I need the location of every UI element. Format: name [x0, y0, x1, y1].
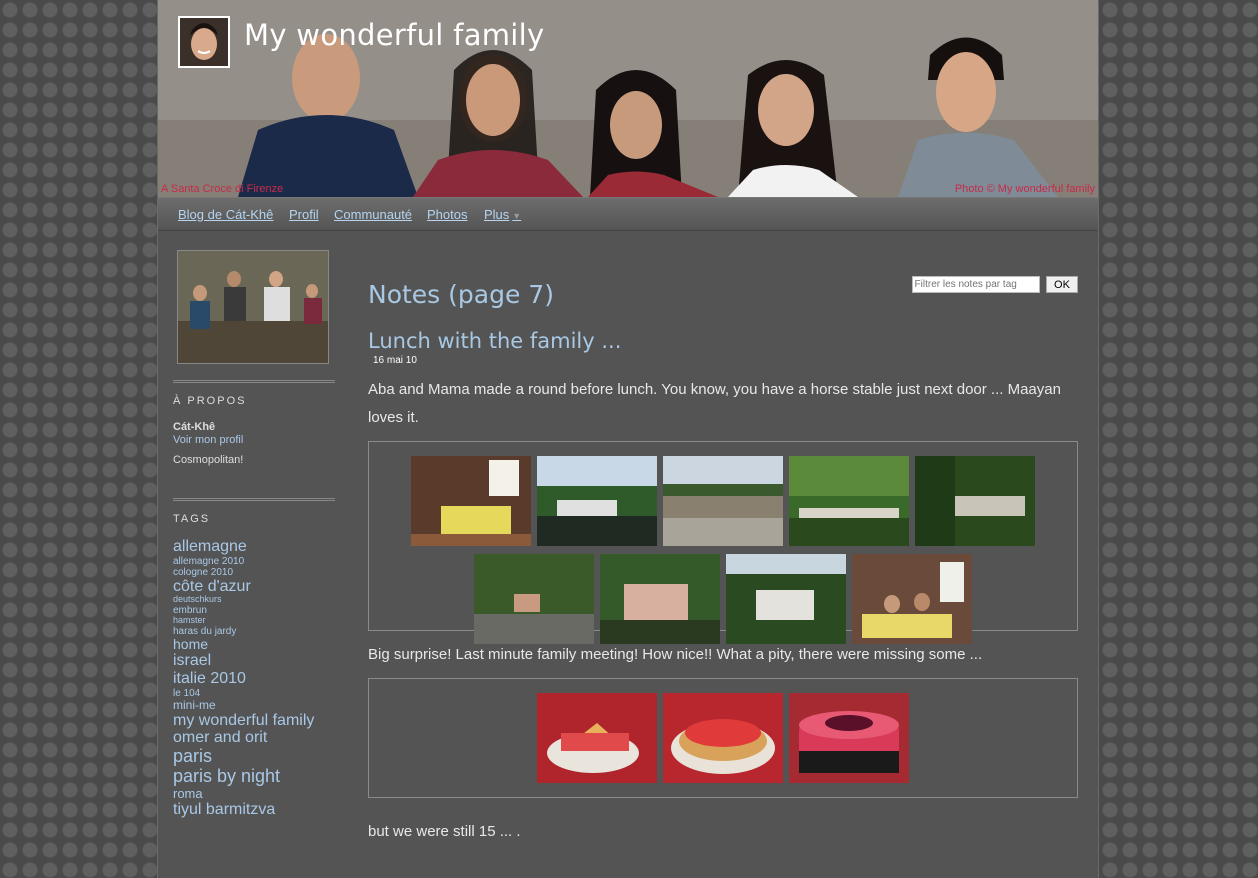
tag-link[interactable]: omer and orit: [173, 729, 335, 747]
post-paragraph: but we were still 15 ... .: [368, 823, 521, 840]
post-date: 16 mai 10: [373, 355, 417, 366]
gallery-thumbnail[interactable]: [474, 554, 594, 644]
tag-link[interactable]: italie 2010: [173, 670, 335, 688]
thumbnail-image: [789, 456, 909, 546]
about-heading: À PROPOS: [173, 395, 247, 407]
nav-item-photos[interactable]: Photos: [427, 207, 467, 222]
thumbnail-image: [537, 693, 657, 783]
chevron-down-icon: ▼: [512, 211, 522, 221]
view-profile-link[interactable]: Voir mon profil: [173, 434, 335, 446]
nav-item-communaute[interactable]: Communauté: [334, 207, 412, 222]
thumbnail-image: [537, 456, 657, 546]
tag-link[interactable]: mini-me: [173, 698, 335, 712]
main-content: OK Notes (page 7) Lunch with the family …: [368, 268, 1078, 846]
main-navigation: Blog de Cát-Khê Profil Communauté Photos…: [158, 197, 1098, 231]
photo-gallery: [368, 441, 1078, 644]
thumbnail-image: [474, 554, 594, 644]
thumbnail-image: [663, 693, 783, 783]
about-description: Cosmopolitan!: [173, 454, 244, 466]
tag-link[interactable]: allemagne: [173, 538, 335, 556]
page-container: My wonderful family A Santa Croce di Fir…: [157, 0, 1099, 878]
gallery-thumbnail[interactable]: [789, 693, 909, 783]
thumbnail-image: [915, 456, 1035, 546]
tag-link[interactable]: deutschkurs: [173, 594, 335, 605]
sidebar-divider: [173, 498, 335, 501]
nav-item-blog[interactable]: Blog de Cát-Khê: [178, 207, 273, 222]
gallery-thumbnail[interactable]: [852, 554, 972, 644]
tag-filter-input[interactable]: [911, 276, 1040, 294]
tag-link[interactable]: my wonderful family: [173, 712, 335, 730]
nav-item-plus[interactable]: Plus ▼: [484, 207, 521, 222]
thumbnail-image: [726, 554, 846, 644]
thumbnail-image: [663, 456, 783, 546]
tag-link[interactable]: côte d'azur: [173, 578, 335, 596]
thumbnail-image: [789, 693, 909, 783]
gallery-thumbnail[interactable]: [663, 693, 783, 783]
thumbnail-image: [852, 554, 972, 644]
blog-avatar[interactable]: [178, 16, 230, 68]
sidebar: À PROPOS Cát-Khê Voir mon profil Cosmopo…: [173, 250, 335, 818]
tag-link[interactable]: le 104: [173, 688, 335, 699]
sidebar-photo[interactable]: [177, 250, 329, 364]
post-paragraph: Big surprise! Last minute family meeting…: [368, 646, 983, 663]
gallery-thumbnail[interactable]: [915, 456, 1035, 546]
tag-link[interactable]: paris by night: [173, 766, 335, 787]
nav-item-profil[interactable]: Profil: [289, 207, 319, 222]
post-paragraph: Aba and Mama made a round before lunch. …: [368, 381, 1061, 426]
gallery-thumbnail[interactable]: [600, 554, 720, 644]
tag-link[interactable]: roma: [173, 786, 335, 801]
tag-link[interactable]: paris: [173, 746, 335, 767]
tag-filter: OK: [911, 276, 1078, 294]
gallery-thumbnail[interactable]: [537, 456, 657, 546]
gallery-thumbnail[interactable]: [726, 554, 846, 644]
tag-link[interactable]: home: [173, 636, 335, 652]
tag-link[interactable]: hamster: [173, 615, 335, 626]
gallery-thumbnail[interactable]: [663, 456, 783, 546]
avatar-photo: [180, 18, 228, 66]
tag-link[interactable]: tiyul barmitzva: [173, 801, 335, 819]
tags-heading: TAGS: [173, 513, 211, 525]
gallery-thumbnail[interactable]: [411, 456, 531, 546]
banner-photo-caption: A Santa Croce di Firenze: [161, 183, 284, 195]
tag-link[interactable]: israel: [173, 652, 335, 670]
about-name: Cát-Khê: [173, 421, 216, 433]
tag-link[interactable]: allemagne 2010: [173, 556, 335, 567]
tag-cloud: allemagne allemagne 2010 cologne 2010 côte …: [173, 538, 335, 818]
photo-gallery: [368, 678, 1078, 798]
tag-filter-ok-button[interactable]: OK: [1046, 276, 1078, 294]
post-title[interactable]: Lunch with the family ...: [368, 329, 1078, 353]
thumbnail-image: [411, 456, 531, 546]
gallery-thumbnail[interactable]: [789, 456, 909, 546]
thumbnail-image: [600, 554, 720, 644]
tag-link[interactable]: cologne 2010: [173, 567, 335, 578]
gallery-thumbnail[interactable]: [537, 693, 657, 783]
nav-item-plus-label: Plus: [484, 207, 510, 222]
site-title[interactable]: My wonderful family: [244, 18, 545, 52]
header-banner: My wonderful family A Santa Croce di Fir…: [158, 0, 1098, 197]
sidebar-divider: [173, 380, 335, 383]
banner-photo-credit: Photo © My wonderful family: [954, 183, 1095, 195]
sidebar-photo-image: [178, 251, 328, 363]
